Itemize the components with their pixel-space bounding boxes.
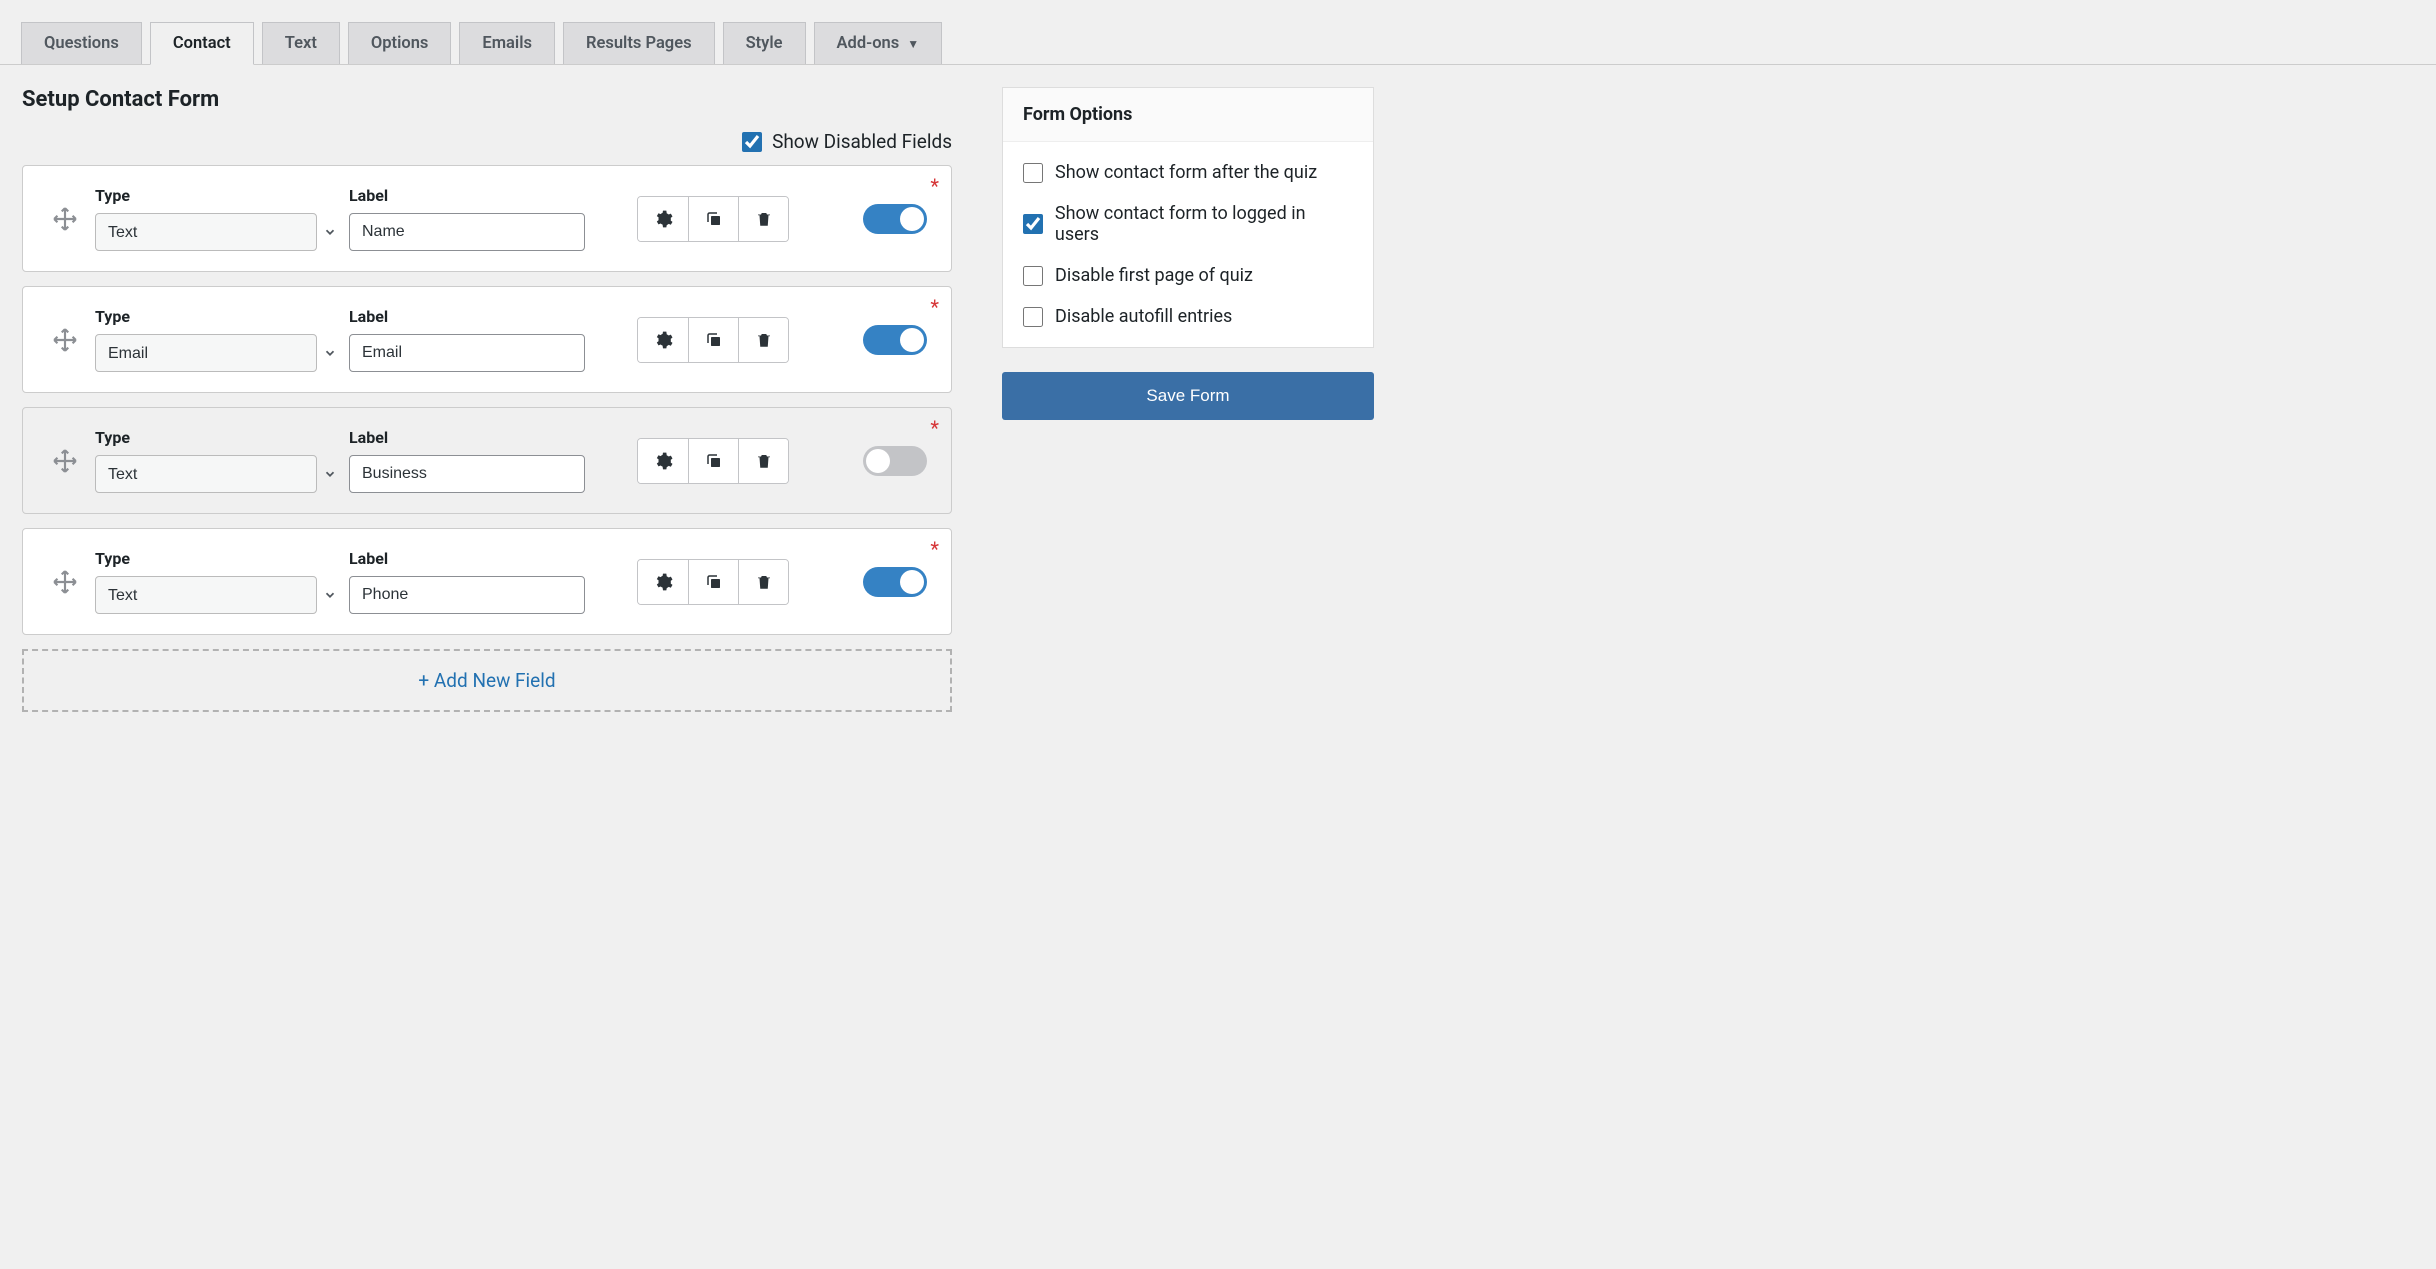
move-icon — [52, 569, 78, 595]
label-column-header: Label — [349, 549, 585, 568]
label-column-header: Label — [349, 307, 585, 326]
drag-handle[interactable] — [47, 448, 83, 474]
field-enabled-toggle[interactable] — [863, 446, 927, 476]
field-actions — [637, 196, 789, 242]
field-row: * Type Text Label — [22, 165, 952, 272]
settings-button[interactable] — [638, 560, 688, 604]
form-option-row[interactable]: Show contact form to logged in users — [1023, 203, 1353, 245]
delete-button[interactable] — [738, 197, 788, 241]
field-type-select[interactable]: Text — [95, 213, 317, 251]
field-actions — [637, 438, 789, 484]
field-enabled-toggle[interactable] — [863, 204, 927, 234]
tab-text[interactable]: Text — [262, 22, 340, 64]
form-option-checkbox[interactable] — [1023, 307, 1043, 327]
type-column-header: Type — [95, 307, 349, 326]
drag-handle[interactable] — [47, 327, 83, 353]
form-option-checkbox[interactable] — [1023, 163, 1043, 183]
field-type-select[interactable]: Email — [95, 334, 317, 372]
drag-handle[interactable] — [47, 206, 83, 232]
copy-icon — [705, 210, 723, 228]
chevron-down-icon — [323, 467, 337, 481]
field-label-input[interactable] — [349, 455, 585, 493]
tab-contact[interactable]: Contact — [150, 22, 254, 65]
tab-style[interactable]: Style — [723, 22, 806, 64]
show-disabled-fields-label[interactable]: Show Disabled Fields — [742, 130, 952, 153]
required-indicator: * — [930, 295, 939, 319]
required-indicator: * — [930, 416, 939, 440]
gear-icon — [653, 451, 673, 471]
label-column-header: Label — [349, 186, 585, 205]
field-enabled-toggle[interactable] — [863, 325, 927, 355]
copy-icon — [705, 331, 723, 349]
duplicate-button[interactable] — [688, 439, 738, 483]
chevron-down-icon: ▼ — [907, 37, 919, 51]
form-option-checkbox[interactable] — [1023, 214, 1043, 234]
field-actions — [637, 559, 789, 605]
copy-icon — [705, 452, 723, 470]
field-label-input[interactable] — [349, 576, 585, 614]
form-option-row[interactable]: Disable autofill entries — [1023, 306, 1353, 327]
gear-icon — [653, 572, 673, 592]
gear-icon — [653, 330, 673, 350]
trash-icon — [755, 452, 773, 470]
field-type-select[interactable]: Text — [95, 455, 317, 493]
tab-emails[interactable]: Emails — [459, 22, 555, 64]
drag-handle[interactable] — [47, 569, 83, 595]
add-new-field-button[interactable]: + Add New Field — [22, 649, 952, 712]
field-label-input[interactable] — [349, 334, 585, 372]
show-disabled-fields-checkbox[interactable] — [742, 132, 762, 152]
form-option-checkbox[interactable] — [1023, 266, 1043, 286]
chevron-down-icon — [323, 588, 337, 602]
required-indicator: * — [930, 174, 939, 198]
delete-button[interactable] — [738, 318, 788, 362]
tab-bar: QuestionsContactTextOptionsEmailsResults… — [0, 0, 2436, 65]
form-options-panel: Form Options Show contact form after the… — [1002, 87, 1374, 348]
required-indicator: * — [930, 537, 939, 561]
type-column-header: Type — [95, 428, 349, 447]
tab-results-pages[interactable]: Results Pages — [563, 22, 715, 64]
field-row: * Type Email Label — [22, 286, 952, 393]
tab-add-ons[interactable]: Add-ons▼ — [814, 22, 943, 64]
field-label-input[interactable] — [349, 213, 585, 251]
move-icon — [52, 327, 78, 353]
delete-button[interactable] — [738, 439, 788, 483]
label-column-header: Label — [349, 428, 585, 447]
field-type-select[interactable]: Text — [95, 576, 317, 614]
settings-button[interactable] — [638, 439, 688, 483]
form-option-row[interactable]: Show contact form after the quiz — [1023, 162, 1353, 183]
chevron-down-icon — [323, 225, 337, 239]
gear-icon — [653, 209, 673, 229]
settings-button[interactable] — [638, 318, 688, 362]
type-column-header: Type — [95, 549, 349, 568]
page-title: Setup Contact Form — [22, 87, 952, 112]
save-form-button[interactable]: Save Form — [1002, 372, 1374, 420]
duplicate-button[interactable] — [688, 318, 738, 362]
field-enabled-toggle[interactable] — [863, 567, 927, 597]
form-option-row[interactable]: Disable first page of quiz — [1023, 265, 1353, 286]
trash-icon — [755, 331, 773, 349]
field-row: * Type Text Label — [22, 407, 952, 514]
copy-icon — [705, 573, 723, 591]
trash-icon — [755, 573, 773, 591]
move-icon — [52, 448, 78, 474]
settings-button[interactable] — [638, 197, 688, 241]
field-actions — [637, 317, 789, 363]
field-row: * Type Text Label — [22, 528, 952, 635]
type-column-header: Type — [95, 186, 349, 205]
move-icon — [52, 206, 78, 232]
chevron-down-icon — [323, 346, 337, 360]
duplicate-button[interactable] — [688, 197, 738, 241]
duplicate-button[interactable] — [688, 560, 738, 604]
form-options-title: Form Options — [1003, 88, 1373, 142]
tab-options[interactable]: Options — [348, 22, 452, 64]
delete-button[interactable] — [738, 560, 788, 604]
trash-icon — [755, 210, 773, 228]
tab-questions[interactable]: Questions — [21, 22, 142, 64]
